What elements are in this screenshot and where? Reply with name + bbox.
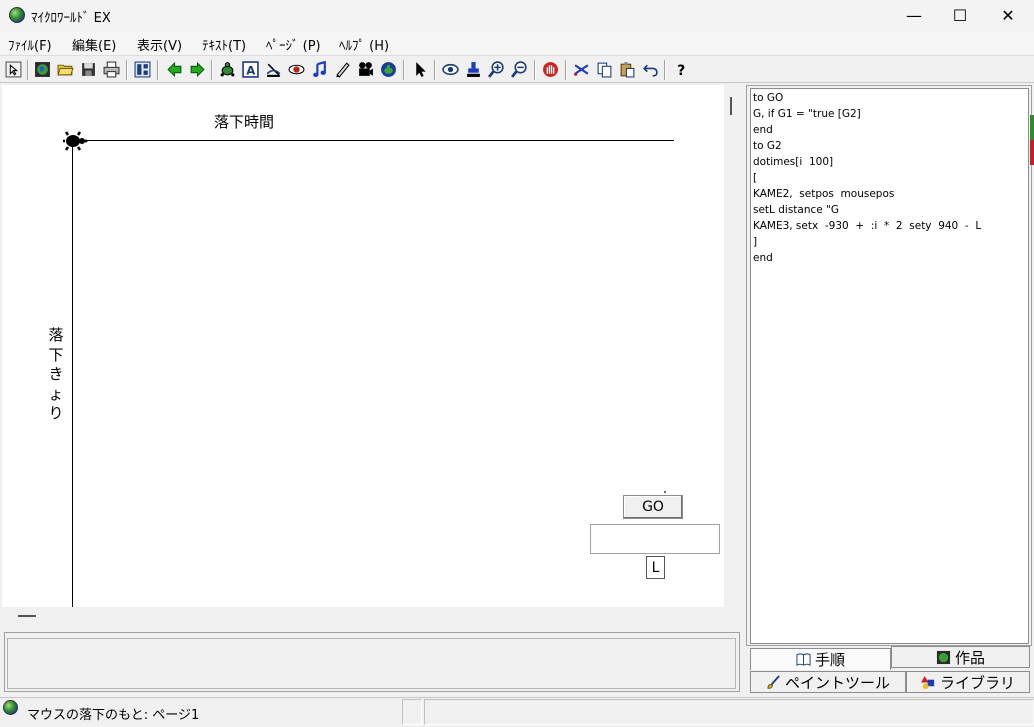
app-globe-icon bbox=[9, 7, 25, 23]
tab-works[interactable]: 作品 bbox=[891, 646, 1030, 668]
tab-procedure-label: 手順 bbox=[814, 651, 845, 669]
shapes-icon bbox=[920, 675, 935, 689]
globe-turtle-icon[interactable] bbox=[378, 59, 399, 80]
menu-edit[interactable]: 編集(E) bbox=[72, 35, 116, 54]
print-icon[interactable] bbox=[101, 59, 122, 80]
svg-text:A: A bbox=[246, 63, 255, 77]
y-axis-char: 下 bbox=[48, 345, 64, 364]
tab-library-label: ライブラリ bbox=[939, 673, 1015, 692]
code-line: setL distance "G bbox=[753, 204, 840, 216]
toolbar: A ? bbox=[0, 57, 1034, 83]
minimize-button[interactable]: — bbox=[890, 0, 938, 31]
hscroll-thumb[interactable] bbox=[18, 615, 36, 617]
code-line: KAME3, setx -930 + :i * 2 sety 940 - L bbox=[753, 220, 982, 232]
code-line: to G2 bbox=[753, 140, 782, 152]
stop-hand-icon[interactable] bbox=[540, 59, 561, 80]
y-axis-char: き bbox=[48, 365, 64, 383]
code-line: ] bbox=[753, 236, 758, 248]
canvas-horizontal-scrollbar[interactable] bbox=[0, 607, 744, 632]
code-line: KAME2, setpos mousepos bbox=[753, 188, 895, 200]
code-line: [ bbox=[753, 172, 758, 184]
y-axis-title: 落 下 き ょ り bbox=[47, 326, 65, 424]
eye-icon[interactable] bbox=[440, 59, 461, 80]
status-pane bbox=[424, 699, 1034, 725]
code-line: G, if G1 = "true [G2] bbox=[753, 108, 861, 120]
zoom-in-icon[interactable] bbox=[486, 59, 507, 80]
paste-icon[interactable] bbox=[617, 59, 638, 80]
page-layout-icon[interactable] bbox=[132, 59, 153, 80]
world-icon bbox=[936, 650, 951, 664]
brush-icon bbox=[767, 674, 780, 689]
pointer-small-icon[interactable] bbox=[3, 59, 24, 80]
l-value-field[interactable] bbox=[590, 524, 720, 554]
side-edge-marker bbox=[1030, 140, 1034, 165]
pen-icon[interactable] bbox=[332, 59, 353, 80]
y-axis-char: ょ bbox=[48, 384, 64, 403]
x-axis-line bbox=[72, 140, 674, 141]
text-box-icon[interactable]: A bbox=[240, 59, 261, 80]
maximize-button[interactable]: ☐ bbox=[936, 0, 984, 31]
close-button[interactable]: ✕ bbox=[984, 0, 1032, 31]
x-axis-title: 落下時間 bbox=[214, 113, 275, 131]
music-note-icon[interactable] bbox=[309, 59, 330, 80]
save-disk-icon[interactable] bbox=[78, 59, 99, 80]
code-line: dotimes[i 100] bbox=[753, 156, 834, 168]
tab-paint-label: ペイントツール bbox=[784, 673, 890, 692]
select-arrow-icon[interactable] bbox=[410, 59, 431, 80]
y-axis-line bbox=[72, 140, 73, 607]
menu-page[interactable]: ﾍﾟｰｼﾞ (P) bbox=[266, 35, 321, 54]
menu-view[interactable]: 表示(V) bbox=[137, 35, 182, 54]
undo-icon[interactable] bbox=[640, 59, 661, 80]
status-pane bbox=[402, 699, 422, 725]
help-icon[interactable]: ? bbox=[671, 59, 692, 80]
l-label: L bbox=[646, 556, 665, 579]
stamp-icon[interactable] bbox=[463, 59, 484, 80]
copy-icon[interactable] bbox=[594, 59, 615, 80]
scrollbar-thumb[interactable] bbox=[730, 97, 732, 115]
y-axis-char: り bbox=[48, 404, 64, 422]
turtle-icon[interactable] bbox=[62, 131, 88, 151]
cursor-dot bbox=[664, 491, 666, 493]
code-line: to GO bbox=[753, 92, 784, 104]
arrow-right-icon[interactable] bbox=[187, 59, 208, 80]
y-axis-char: 落 bbox=[48, 326, 64, 344]
book-icon bbox=[796, 653, 811, 667]
tab-paint-tool[interactable]: ペイントツール bbox=[750, 671, 906, 693]
eye-shape-icon[interactable] bbox=[286, 59, 307, 80]
procedure-editor[interactable]: to GO G, if G1 = "true [G2] end to G2 do… bbox=[750, 88, 1029, 644]
arrow-left-icon[interactable] bbox=[164, 59, 185, 80]
cut-icon[interactable] bbox=[571, 59, 592, 80]
menu-text[interactable]: ﾃｷｽﾄ(T) bbox=[202, 35, 246, 54]
title-bar: ﾏｲｸﾛﾜｰﾙﾄﾞ EX — ☐ ✕ bbox=[0, 0, 1034, 31]
turtle-icon[interactable] bbox=[217, 59, 238, 80]
menu-bar: ﾌｧｲﾙ(F) 編集(E) 表示(V) ﾃｷｽﾄ(T) ﾍﾟｰｼﾞ (P) ﾍﾙ… bbox=[0, 31, 1034, 56]
svg-text:?: ? bbox=[677, 63, 685, 78]
tab-works-label: 作品 bbox=[954, 648, 985, 667]
movie-camera-icon[interactable] bbox=[355, 59, 376, 80]
status-globe-icon bbox=[3, 700, 18, 715]
tab-procedure[interactable]: 手順 bbox=[750, 648, 891, 670]
canvas-vertical-scrollbar[interactable] bbox=[724, 85, 744, 607]
message-box[interactable] bbox=[7, 638, 736, 689]
world-icon[interactable] bbox=[32, 59, 53, 80]
satellite-icon[interactable] bbox=[263, 59, 284, 80]
code-line: end bbox=[753, 252, 773, 264]
go-button[interactable]: GO bbox=[623, 495, 683, 519]
open-folder-icon[interactable] bbox=[55, 59, 76, 80]
menu-file[interactable]: ﾌｧｲﾙ(F) bbox=[8, 35, 52, 54]
status-text: マウスの落下のもと: ページ1 bbox=[27, 708, 200, 723]
window-title: ﾏｲｸﾛﾜｰﾙﾄﾞ EX bbox=[31, 11, 111, 26]
tab-library[interactable]: ライブラリ bbox=[906, 671, 1030, 693]
menu-help[interactable]: ﾍﾙﾌﾟ (H) bbox=[339, 35, 389, 54]
code-line: end bbox=[753, 124, 773, 136]
zoom-out-icon[interactable] bbox=[509, 59, 530, 80]
